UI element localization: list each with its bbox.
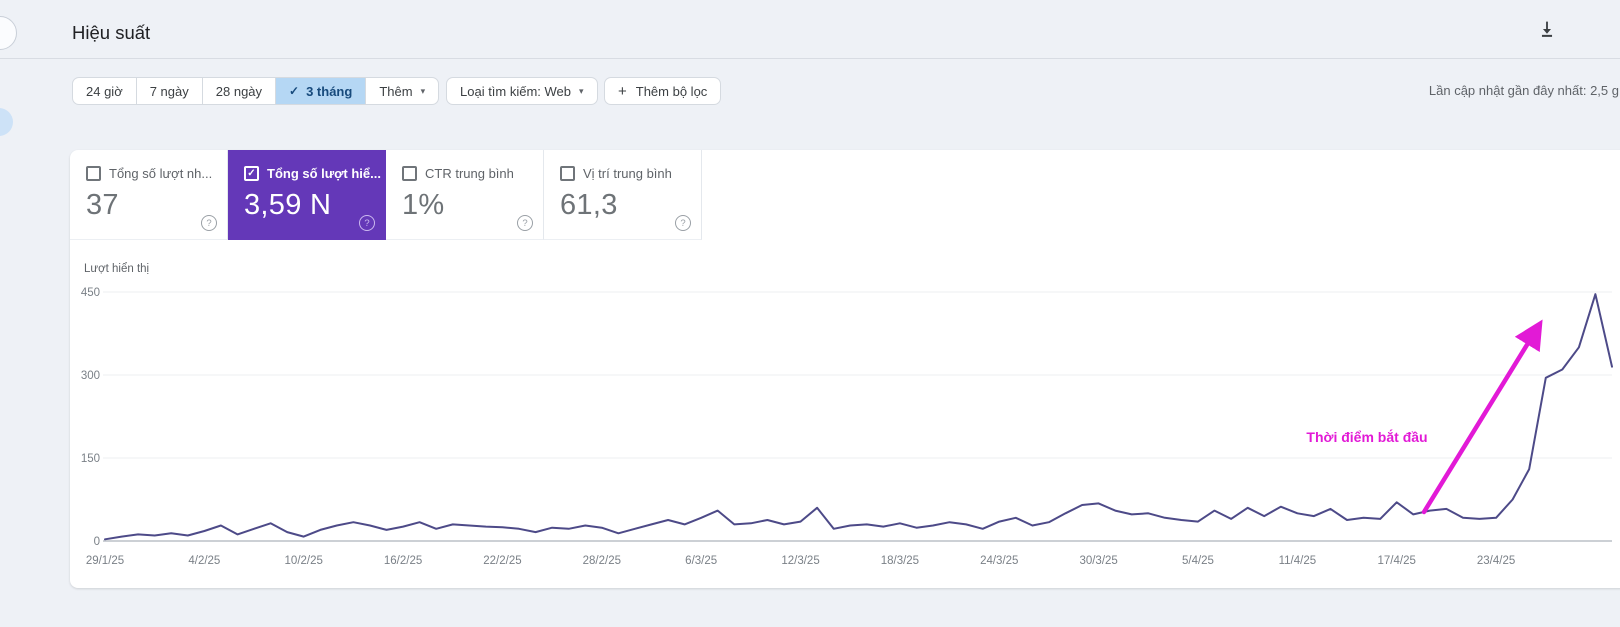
- last-updated-text: Lần cập nhật gần đây nhất: 2,5 g: [1428, 83, 1619, 98]
- toolbar: 24 giờ 7 ngày 28 ngày ✓ 3 tháng Thêm ▾ L…: [0, 77, 1620, 105]
- help-icon[interactable]: ?: [517, 215, 533, 231]
- metric-label: Vị trí trung bình: [583, 166, 672, 181]
- help-icon[interactable]: ?: [675, 215, 691, 231]
- help-icon[interactable]: ?: [201, 215, 217, 231]
- add-filter-button[interactable]: + Thêm bộ lọc: [604, 77, 722, 105]
- download-icon: [1541, 21, 1553, 37]
- date-filter-more[interactable]: Thêm ▾: [365, 78, 438, 104]
- plus-icon: +: [618, 82, 627, 100]
- svg-text:6/3/25: 6/3/25: [685, 555, 717, 567]
- checkbox-unchecked-icon[interactable]: [86, 166, 101, 181]
- svg-text:0: 0: [94, 536, 100, 548]
- svg-text:150: 150: [81, 453, 100, 465]
- svg-text:11/4/25: 11/4/25: [1279, 555, 1317, 567]
- metric-label: CTR trung bình: [425, 166, 514, 181]
- search-console-performance-page: Hiệu suất 24 giờ 7 ngày 28 ngày ✓ 3 thán…: [0, 0, 1620, 627]
- metric-tile-ctr[interactable]: CTR trung bình 1% ?: [386, 150, 544, 240]
- svg-text:Thời điểm bắt đầu: Thời điểm bắt đầu: [1306, 428, 1427, 445]
- chevron-down-icon: ▾: [579, 85, 584, 96]
- svg-text:Lượt hiển thị: Lượt hiển thị: [84, 263, 149, 275]
- metric-label: Tổng số lượt nh...: [109, 166, 213, 181]
- checkbox-checked-icon[interactable]: ✓: [244, 166, 259, 181]
- checkbox-unchecked-icon[interactable]: [402, 166, 417, 181]
- date-filter-28d[interactable]: 28 ngày: [201, 78, 275, 104]
- svg-text:10/2/25: 10/2/25: [285, 555, 323, 567]
- svg-text:5/4/25: 5/4/25: [1182, 555, 1214, 567]
- check-icon: ✓: [289, 84, 300, 98]
- metric-tiles: Tổng số lượt nh... 37 ? ✓ Tổng số lượt h…: [70, 150, 1620, 240]
- metric-tile-position[interactable]: Vị trí trung bình 61,3 ?: [544, 150, 702, 240]
- svg-text:12/3/25: 12/3/25: [781, 555, 819, 567]
- header-divider: [0, 58, 1620, 59]
- svg-text:16/2/25: 16/2/25: [384, 555, 422, 567]
- checkbox-unchecked-icon[interactable]: [560, 166, 575, 181]
- date-filter-7d[interactable]: 7 ngày: [135, 78, 202, 104]
- help-icon[interactable]: ?: [359, 215, 375, 231]
- svg-text:18/3/25: 18/3/25: [881, 555, 919, 567]
- svg-text:23/4/25: 23/4/25: [1477, 555, 1515, 567]
- metric-tile-clicks[interactable]: Tổng số lượt nh... 37 ?: [70, 150, 228, 240]
- svg-text:22/2/25: 22/2/25: [483, 555, 521, 567]
- svg-text:450: 450: [81, 287, 100, 299]
- date-filter-3m[interactable]: ✓ 3 tháng: [275, 78, 366, 104]
- impressions-chart[interactable]: 0 150 300 450 Lượt hiển thị 29/1/25 4/2/25 10/2…: [0, 240, 1620, 600]
- edge-decoration-circle: [0, 16, 17, 50]
- svg-text:300: 300: [81, 370, 100, 382]
- svg-text:24/3/25: 24/3/25: [980, 555, 1018, 567]
- svg-text:28/2/25: 28/2/25: [583, 555, 621, 567]
- date-filter-24h[interactable]: 24 giờ: [73, 78, 136, 104]
- date-range-filter-group: 24 giờ 7 ngày 28 ngày ✓ 3 tháng Thêm ▾: [72, 77, 440, 105]
- svg-text:17/4/25: 17/4/25: [1378, 555, 1416, 567]
- download-button[interactable]: [1536, 18, 1558, 40]
- metric-tile-impressions[interactable]: ✓ Tổng số lượt hiể... 3,59 N ?: [228, 150, 386, 240]
- page-title: Hiệu suất: [72, 22, 151, 43]
- chevron-down-icon: ▾: [420, 85, 426, 96]
- svg-text:30/3/25: 30/3/25: [1079, 555, 1117, 567]
- search-type-filter[interactable]: Loại tìm kiếm: Web ▾: [446, 77, 598, 105]
- svg-text:4/2/25: 4/2/25: [188, 555, 220, 567]
- edge-decoration-blob: [0, 108, 13, 136]
- metric-label: Tổng số lượt hiể...: [267, 166, 381, 181]
- svg-text:29/1/25: 29/1/25: [86, 555, 124, 567]
